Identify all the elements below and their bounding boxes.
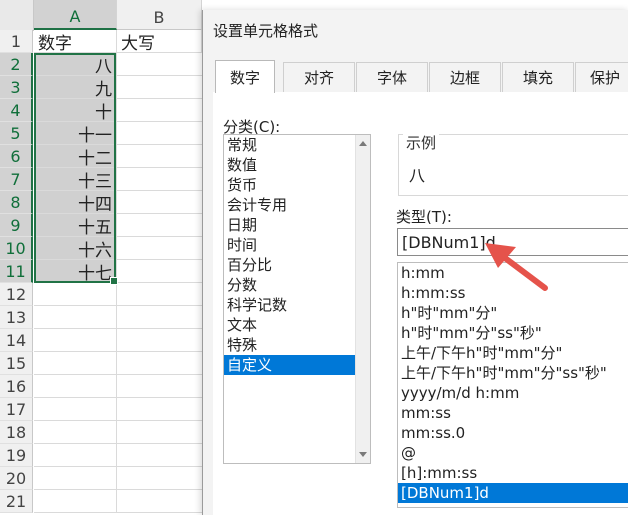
scroll-down-icon[interactable] [359,452,367,457]
cell-a7[interactable]: 十三 [34,168,117,191]
row-header[interactable]: 17 [0,398,33,421]
row-header[interactable]: 11 [0,260,33,283]
type-item[interactable]: h"时"mm"分"ss"秒" [398,323,628,343]
cell-a8[interactable]: 十四 [34,191,117,214]
cell-a14[interactable] [34,329,117,352]
tab-font[interactable]: 字体 [356,62,428,92]
cell-a17[interactable] [34,398,117,421]
sample-value: 八 [409,166,426,185]
type-item[interactable]: [h]:mm:ss [398,463,628,483]
cell-a4[interactable]: 十 [34,99,117,122]
row-header[interactable]: 15 [0,352,33,375]
tab-number[interactable]: 数字 [215,60,275,93]
cell-a3[interactable]: 九 [34,76,117,99]
category-item[interactable]: 分数 [224,275,370,295]
type-list[interactable]: h:mm h:mm:ss h"时"mm"分" h"时"mm"分"ss"秒" 上午… [397,262,628,508]
column-header-a[interactable]: A [34,0,117,30]
type-item[interactable]: @ [398,443,628,463]
row-header[interactable]: 13 [0,306,33,329]
cell-a11[interactable]: 十七 [34,260,117,283]
row-header[interactable]: 5 [0,122,33,145]
number-tab-panel: 分类(C): 常规 数值 货币 会计专用 日期 时间 百分比 分数 科学记数 文… [213,92,628,515]
cell-b1[interactable]: 大写 [117,30,202,53]
cell-a5[interactable]: 十一 [34,122,117,145]
category-item[interactable]: 日期 [224,215,370,235]
row-header[interactable]: 21 [0,490,33,513]
type-item[interactable]: h:mm [398,263,628,283]
row-header[interactable]: 18 [0,421,33,444]
type-item[interactable]: mm:ss [398,403,628,423]
tab-alignment[interactable]: 对齐 [283,62,355,92]
cell-a10[interactable]: 十六 [34,237,117,260]
cell-a12[interactable] [34,283,117,306]
tab-border[interactable]: 边框 [429,62,501,92]
cell-a13[interactable] [34,306,117,329]
cell-a20[interactable] [34,467,117,490]
category-item[interactable]: 数值 [224,155,370,175]
cell-a21[interactable] [34,490,117,513]
tab-protection[interactable]: 保护 [575,62,628,92]
category-item[interactable]: 货币 [224,175,370,195]
row-header[interactable]: 6 [0,145,33,168]
row-header[interactable]: 7 [0,168,33,191]
row-header[interactable]: 14 [0,329,33,352]
row-header[interactable]: 2 [0,53,33,76]
row-header[interactable]: 16 [0,375,33,398]
row-header[interactable]: 8 [0,191,33,214]
tab-fill[interactable]: 填充 [502,62,574,92]
row-header[interactable]: 4 [0,99,33,122]
row-header[interactable]: 20 [0,467,33,490]
category-item[interactable]: 时间 [224,235,370,255]
cell-a16[interactable] [34,375,117,398]
cell-a15[interactable] [34,352,117,375]
format-cells-dialog: 设置单元格格式 数字 对齐 字体 边框 填充 保护 分类(C): 常规 数值 货… [202,10,628,515]
dialog-title: 设置单元格格式 [213,22,319,40]
type-item[interactable]: mm:ss.0 [398,423,628,443]
type-item[interactable]: 上午/下午h"时"mm"分" [398,343,628,363]
cell-a1[interactable]: 数字 [34,30,117,53]
row-header[interactable]: 19 [0,444,33,467]
category-item[interactable]: 常规 [224,135,370,155]
cell-a9[interactable]: 十五 [34,214,117,237]
type-item-selected[interactable]: [DBNum1]d [398,483,628,503]
row-header[interactable]: 1 [0,30,33,53]
type-item[interactable]: h"时"mm"分" [398,303,628,323]
category-item[interactable]: 文本 [224,315,370,335]
scroll-up-icon[interactable] [359,141,367,146]
row-header[interactable]: 10 [0,237,33,260]
type-item[interactable]: yyyy/m/d h:mm [398,383,628,403]
cell-a2[interactable]: 八 [34,53,117,76]
category-item[interactable]: 科学记数 [224,295,370,315]
category-item[interactable]: 百分比 [224,255,370,275]
type-item[interactable]: h:mm:ss [398,283,628,303]
category-item[interactable]: 特殊 [224,335,370,355]
column-b-gridlines [117,30,202,515]
category-list[interactable]: 常规 数值 货币 会计专用 日期 时间 百分比 分数 科学记数 文本 特殊 自定… [223,134,371,464]
cell-a18[interactable] [34,421,117,444]
column-header-b[interactable]: B [117,0,202,30]
category-item-selected[interactable]: 自定义 [224,355,370,375]
type-input[interactable]: [DBNum1]d [397,228,628,256]
row-header[interactable]: 9 [0,214,33,237]
category-scrollbar[interactable] [355,135,370,463]
type-label: 类型(T): [396,208,452,226]
cell-a6[interactable]: 十二 [34,145,117,168]
sample-label: 示例 [403,132,440,153]
cell-a19[interactable] [34,444,117,467]
row-header[interactable]: 12 [0,283,33,306]
row-header[interactable]: 3 [0,76,33,99]
select-all-corner[interactable] [0,0,34,31]
dialog-tabs: 数字 对齐 字体 边框 填充 保护 [213,60,628,93]
category-item[interactable]: 会计专用 [224,195,370,215]
type-item[interactable]: 上午/下午h"时"mm"分"ss"秒" [398,363,628,383]
